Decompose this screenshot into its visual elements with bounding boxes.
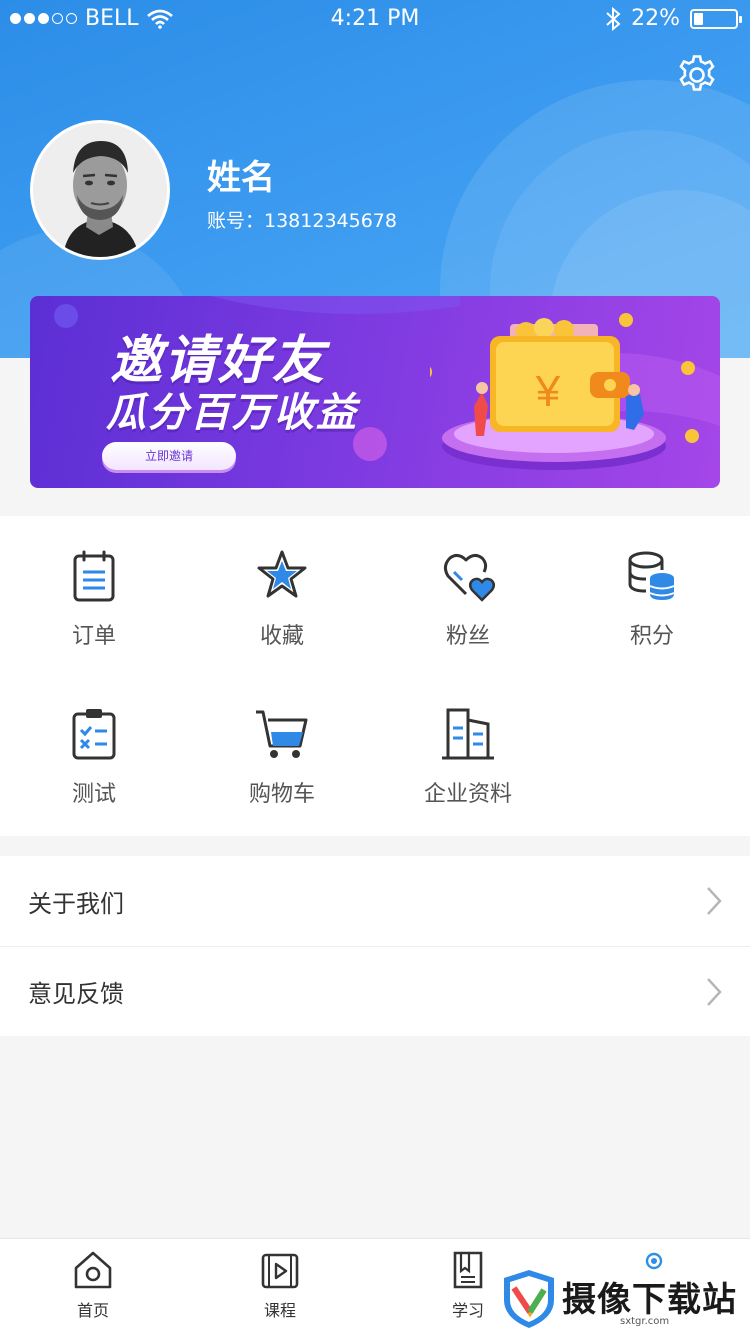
chevron-right-icon bbox=[707, 887, 722, 915]
cart-icon bbox=[256, 710, 308, 758]
grid-label-order: 订单 bbox=[71, 624, 116, 649]
grid-item-company[interactable]: 企业资料 bbox=[388, 706, 548, 808]
grid-label-points: 积分 bbox=[629, 624, 674, 649]
heart-icon bbox=[443, 553, 495, 602]
home-icon bbox=[74, 1251, 112, 1289]
wallet-illustration: ¥ bbox=[430, 313, 720, 470]
currency-symbol: ¥ bbox=[535, 367, 561, 416]
feature-grid: 订单 收藏 粉丝 积分 测试 购物车 企业资料 bbox=[0, 516, 750, 836]
grid-item-favorites[interactable]: 收藏 bbox=[202, 548, 362, 650]
battery-percent: 22% bbox=[631, 6, 680, 31]
invite-now-button[interactable]: 立即邀请 bbox=[102, 442, 236, 470]
settings-list: 关于我们 意见反馈 bbox=[0, 856, 750, 1036]
avatar-photo bbox=[33, 123, 167, 257]
invite-banner[interactable]: 邀请好友 瓜分百万收益 立即邀请 ¥ bbox=[30, 296, 720, 488]
status-bar: BELL 4:21 PM 22% bbox=[0, 0, 750, 40]
video-icon bbox=[261, 1253, 299, 1289]
grid-item-test[interactable]: 测试 bbox=[14, 706, 174, 808]
grid-item-order[interactable]: 订单 bbox=[14, 548, 174, 650]
battery-icon bbox=[690, 8, 742, 29]
building-icon bbox=[442, 708, 494, 760]
gear-icon[interactable] bbox=[674, 52, 720, 98]
grid-label-favorites: 收藏 bbox=[259, 624, 304, 649]
grid-label-cart: 购物车 bbox=[248, 782, 315, 807]
watermark-text: 摄像下载站 bbox=[562, 1280, 737, 1320]
watermark: 摄像下载站 sxtgr.com bbox=[500, 1268, 750, 1334]
user-account: 账号：13812345678 bbox=[207, 210, 397, 232]
grid-item-points[interactable]: 积分 bbox=[572, 548, 732, 650]
list-label-about: 关于我们 bbox=[28, 889, 124, 918]
tab-courses[interactable]: 课程 bbox=[230, 1249, 330, 1321]
user-name: 姓名 bbox=[207, 158, 275, 198]
coins-icon bbox=[628, 551, 675, 600]
star-icon bbox=[257, 550, 307, 598]
list-label-feedback: 意见反馈 bbox=[28, 980, 124, 1008]
chevron-right-icon bbox=[707, 978, 722, 1006]
order-icon bbox=[73, 550, 115, 602]
book-icon bbox=[453, 1251, 483, 1289]
list-item-feedback[interactable]: 意见反馈 bbox=[0, 946, 750, 1036]
tab-home[interactable]: 首页 bbox=[43, 1249, 143, 1321]
grid-item-fans[interactable]: 粉丝 bbox=[388, 548, 548, 650]
list-item-about[interactable]: 关于我们 bbox=[0, 856, 750, 946]
grid-item-cart[interactable]: 购物车 bbox=[202, 706, 362, 808]
tab-label-courses: 课程 bbox=[263, 1301, 296, 1320]
grid-label-fans: 粉丝 bbox=[445, 624, 490, 649]
banner-subtitle: 瓜分百万收益 bbox=[106, 390, 358, 436]
bluetooth-icon bbox=[606, 6, 621, 31]
avatar[interactable] bbox=[30, 120, 170, 260]
watermark-url: sxtgr.com bbox=[620, 1316, 670, 1327]
watermark-logo bbox=[504, 1270, 554, 1328]
grid-label-company: 企业资料 bbox=[423, 782, 512, 807]
tab-label-home: 首页 bbox=[76, 1301, 109, 1320]
clipboard-icon bbox=[72, 709, 116, 760]
grid-label-test: 测试 bbox=[71, 782, 116, 807]
